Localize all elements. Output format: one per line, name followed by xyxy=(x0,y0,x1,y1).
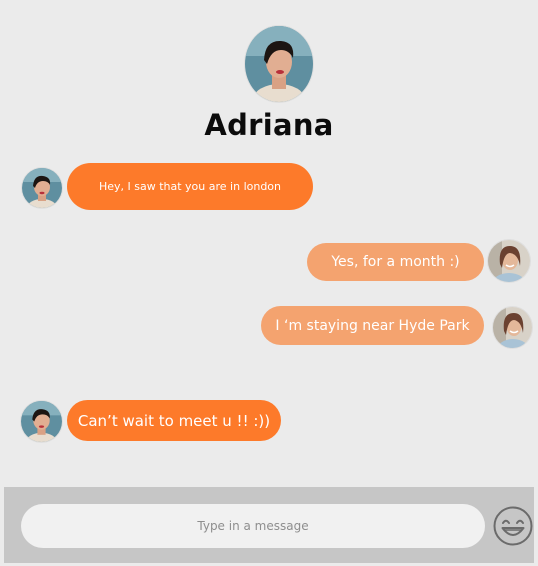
smiley-emoji-icon[interactable] xyxy=(493,506,533,546)
message-bubble-outgoing: I ‘m staying near Hyde Park xyxy=(261,306,484,345)
message-text: Hey, I saw that you are in london xyxy=(98,180,282,193)
message-text: Yes, for a month :) xyxy=(331,254,460,270)
user-avatar-small xyxy=(493,307,532,348)
message-bubble-incoming: Hey, I saw that you are in london xyxy=(67,163,313,210)
message-text: I ‘m staying near Hyde Park xyxy=(275,317,470,334)
message-text: Can’t wait to meet u !! :)) xyxy=(77,411,271,430)
message-input[interactable] xyxy=(21,504,485,548)
message-bubble-incoming: Can’t wait to meet u !! :)) xyxy=(67,400,281,441)
contact-name: Adriana xyxy=(204,108,334,142)
contact-avatar-small xyxy=(22,168,62,208)
user-avatar-small xyxy=(488,240,530,282)
contact-avatar-small xyxy=(21,401,62,442)
contact-avatar[interactable] xyxy=(245,26,313,102)
message-bubble-outgoing: Yes, for a month :) xyxy=(307,243,484,281)
